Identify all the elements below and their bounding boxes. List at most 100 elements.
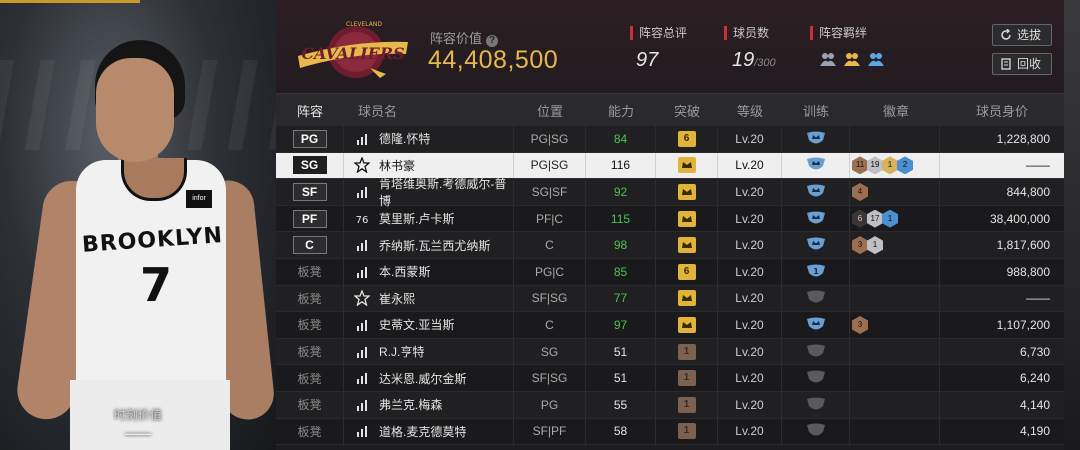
col-position[interactable]: 阵容 [276, 94, 344, 126]
position-badge[interactable]: SF [292, 182, 327, 201]
col-level[interactable]: 等级 [718, 94, 782, 126]
player-name[interactable]: 史蒂文.亚当斯 [379, 316, 454, 333]
badge-hex-icon[interactable]: 6 [852, 209, 868, 228]
training-cell[interactable] [782, 365, 850, 391]
col-ability[interactable]: 能力 [586, 94, 656, 126]
training-cell[interactable] [782, 152, 850, 179]
breakthrough-crown-icon[interactable] [677, 290, 696, 307]
player-name[interactable]: 达米恩.威尔金斯 [379, 370, 466, 387]
breakthrough-badge[interactable]: 1 [677, 343, 696, 360]
player-name[interactable]: 本.西蒙斯 [379, 263, 430, 280]
badge-hex-icon[interactable]: 4 [852, 182, 868, 201]
training-cell[interactable] [782, 418, 850, 445]
position-cell[interactable]: 板凳 [276, 391, 344, 418]
training-shield-icon[interactable]: 1 [806, 264, 826, 280]
table-row[interactable]: 板凳 本.西蒙斯 PG|C 85 6 Lv.20 1 988,800 [276, 258, 1064, 286]
training-shield-icon[interactable] [806, 317, 826, 333]
badge-hex-icon[interactable]: 1 [867, 236, 883, 255]
col-price[interactable]: 球员身价 [940, 94, 1064, 126]
badge-hex-icon[interactable]: 1 [882, 156, 898, 175]
player-name[interactable]: 乔纳斯.瓦兰西尤纳斯 [379, 237, 490, 254]
breakthrough-badge[interactable]: 1 [677, 423, 696, 440]
breakthrough-crown-icon[interactable] [677, 183, 696, 200]
bond-icon-2[interactable] [842, 50, 862, 68]
name-cell[interactable]: 德隆.怀特 [344, 126, 514, 152]
badge-hex-icon[interactable]: 3 [852, 315, 868, 334]
position-cell[interactable]: 板凳 [276, 365, 344, 391]
position-cell[interactable]: SF [276, 179, 344, 205]
training-cell[interactable]: 1 [782, 258, 850, 285]
badges-cell[interactable] [850, 418, 940, 445]
name-cell[interactable]: 崔永熙 [344, 285, 514, 312]
training-locked-icon[interactable] [806, 370, 826, 386]
select-button[interactable]: 选拔 [992, 24, 1052, 46]
training-cell[interactable] [782, 312, 850, 338]
player-name[interactable]: 肯塔维奥斯.考德威尔-普博 [379, 175, 513, 209]
position-badge[interactable]: PG [292, 129, 327, 148]
training-cell[interactable] [782, 205, 850, 232]
badges-cell[interactable] [850, 258, 940, 285]
breakthrough-badge[interactable]: 1 [677, 370, 696, 387]
col-training[interactable]: 训练 [782, 94, 850, 126]
badges-cell[interactable]: 3 [850, 312, 940, 338]
badge-hex-icon[interactable]: 11 [852, 156, 868, 175]
table-row[interactable]: 板凳 达米恩.威尔金斯 SF|SG 51 1 Lv.20 6,240 [276, 365, 1064, 392]
name-cell[interactable]: 肯塔维奥斯.考德威尔-普博 [344, 177, 514, 208]
name-cell[interactable]: 76 莫里斯.卢卡斯 [344, 205, 514, 232]
table-row[interactable]: C 乔纳斯.瓦兰西尤纳斯 C 98 Lv.20 3 1 1,817,600 [276, 232, 1064, 259]
position-cell[interactable]: 板凳 [276, 312, 344, 338]
position-cell[interactable]: SG [276, 152, 344, 179]
player-name[interactable]: R.J.亨特 [379, 343, 424, 360]
col-badges[interactable]: 徽章 [850, 94, 940, 126]
position-cell[interactable]: 板凳 [276, 418, 344, 445]
name-cell[interactable]: 乔纳斯.瓦兰西尤纳斯 [344, 232, 514, 258]
position-cell[interactable]: 板凳 [276, 258, 344, 285]
training-shield-icon[interactable] [806, 211, 826, 227]
badge-hex-icon[interactable]: 1 [882, 209, 898, 228]
training-locked-icon[interactable] [806, 423, 826, 439]
breakthrough-crown-icon[interactable] [677, 316, 696, 333]
name-cell[interactable]: R.J.亨特 [344, 338, 514, 365]
training-locked-icon[interactable] [806, 344, 826, 360]
training-locked-icon[interactable] [806, 397, 826, 413]
training-cell[interactable] [782, 285, 850, 312]
name-cell[interactable]: 达米恩.威尔金斯 [344, 365, 514, 391]
training-shield-icon[interactable] [806, 157, 826, 173]
position-badge[interactable]: C [292, 236, 327, 255]
training-shield-icon[interactable] [806, 237, 826, 253]
badges-cell[interactable]: 4 [850, 179, 940, 205]
player-name[interactable]: 莫里斯.卢卡斯 [379, 210, 454, 227]
position-cell[interactable]: 板凳 [276, 285, 344, 312]
badges-cell[interactable] [850, 126, 940, 152]
training-cell[interactable] [782, 232, 850, 258]
breakthrough-crown-icon[interactable] [677, 157, 696, 174]
badges-cell[interactable]: 31 [850, 232, 940, 258]
breakthrough-badge[interactable]: 6 [677, 263, 696, 280]
scrollbar[interactable] [1064, 0, 1080, 450]
badge-hex-icon[interactable]: 2 [897, 156, 913, 175]
name-cell[interactable]: 本.西蒙斯 [344, 258, 514, 285]
breakthrough-crown-icon[interactable] [677, 210, 696, 227]
table-row[interactable]: 板凳 道格.麦克德莫特 SF|PF 58 1 Lv.20 4,190 [276, 418, 1064, 446]
table-row[interactable]: SF 肯塔维奥斯.考德威尔-普博 SG|SF 92 Lv.20 4 844,800 [276, 177, 1064, 208]
training-shield-icon[interactable] [806, 131, 826, 147]
player-name[interactable]: 道格.麦克德莫特 [379, 423, 466, 440]
badges-cell[interactable] [850, 338, 940, 365]
position-cell[interactable]: PG [276, 126, 344, 152]
name-cell[interactable]: 弗兰克.梅森 [344, 391, 514, 418]
name-cell[interactable]: 道格.麦克德莫特 [344, 418, 514, 445]
player-name[interactable]: 德隆.怀特 [379, 130, 430, 147]
table-row[interactable]: 板凳 崔永熙 SF|SG 77 Lv.20 —— [276, 285, 1064, 313]
name-cell[interactable]: 史蒂文.亚当斯 [344, 312, 514, 338]
badges-cell[interactable]: 6 17 1 [850, 205, 940, 232]
table-row[interactable]: 板凳 弗兰克.梅森 PG 55 1 Lv.20 4,140 [276, 391, 1064, 419]
player-name[interactable]: 弗兰克.梅森 [379, 396, 442, 413]
position-cell[interactable]: 板凳 [276, 338, 344, 365]
col-role[interactable]: 位置 [514, 94, 586, 126]
breakthrough-badge[interactable]: 1 [677, 396, 696, 413]
bond-icon-1[interactable] [818, 50, 838, 68]
col-breakthrough[interactable]: 突破 [656, 94, 718, 126]
training-shield-icon[interactable] [806, 184, 826, 200]
table-row[interactable]: PG 德隆.怀特 PG|SG 84 6 Lv.20 1,228,800 [276, 126, 1064, 153]
badges-cell[interactable] [850, 285, 940, 312]
